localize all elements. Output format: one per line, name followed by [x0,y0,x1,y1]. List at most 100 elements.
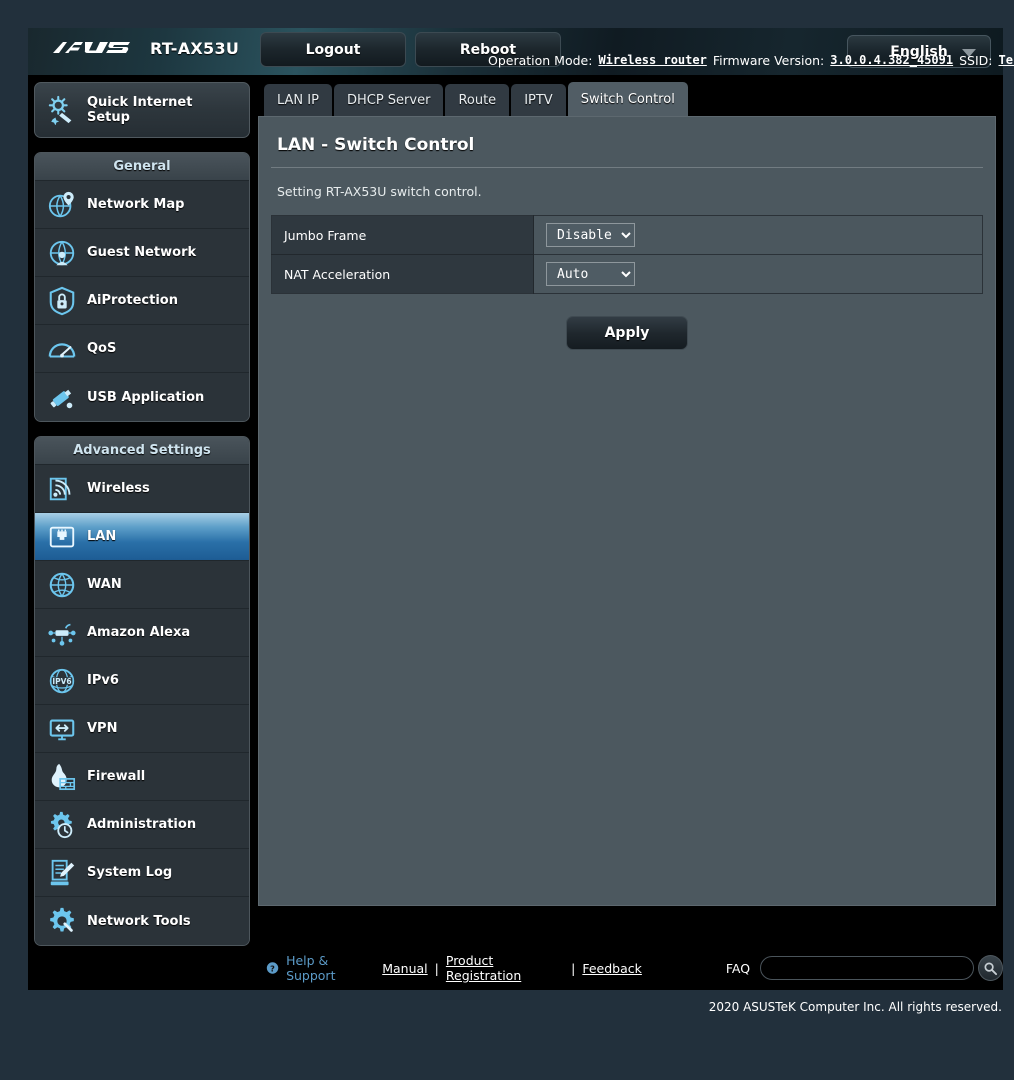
sidebar-advanced-block: Advanced Settings Wireless LAN WAN Amazo… [34,436,250,946]
quick-internet-setup-icon [48,95,72,125]
ssid-2g-value[interactable]: Test [999,53,1014,67]
tab-bar: LAN IP DHCP Server Route IPTV Switch Con… [258,82,996,116]
nat-acceleration-select[interactable]: Auto Disable Enable [546,262,635,286]
lan-port-icon [49,526,75,547]
faq-search-button[interactable] [977,955,1003,981]
jumbo-frame-select[interactable]: Disable Enable [546,223,635,247]
sidebar-item-ipv6[interactable]: IPV6 IPv6 [35,657,249,705]
sidebar-item-label: QoS [87,341,117,356]
sidebar-item-label: Guest Network [87,245,197,260]
sidebar-item-vpn[interactable]: VPN [35,705,249,753]
router-model: RT-AX53U [150,38,240,58]
gear-wrench-icon [50,907,74,932]
help-support-label: Help & Support [286,953,336,983]
sidebar-item-label: IPv6 [87,673,119,688]
quick-internet-setup-label: Quick Internet Setup [87,95,193,125]
link-separator: | [571,960,576,976]
ipv6-globe-icon: IPV6 [49,668,75,693]
tab-switch-control[interactable]: Switch Control [567,82,688,116]
tab-dhcp-server[interactable]: DHCP Server [333,84,444,116]
body-area: Quick Internet Setup General Network Map [28,53,1014,990]
usb-drive-icon [50,389,73,409]
sidebar-item-wireless[interactable]: Wireless [35,465,249,513]
sidebar-item-qos[interactable]: QoS [35,325,249,373]
firmware-label: Firmware Version: [712,52,825,68]
sidebar-item-label: WAN [87,577,122,592]
sidebar-item-label: USB Application [87,389,205,405]
svg-text:IPV6: IPV6 [52,676,71,685]
sidebar-item-label: System Log [87,865,173,880]
apply-row: Apply [271,294,983,350]
sidebar-item-label: Amazon Alexa [87,625,191,640]
page-description: Setting RT-AX53U switch control. [277,184,482,199]
page-title: LAN - Switch Control [271,117,983,168]
globe-icon [49,572,75,597]
network-map-icon [48,191,74,217]
nat-acceleration-label: NAT Acceleration [271,254,534,294]
table-row: Jumbo Frame Disable Enable [271,215,983,255]
sidebar-item-lan[interactable]: LAN [35,513,249,561]
brand-area: RT-AX53U [52,37,239,59]
sidebar-item-label: Firewall [87,769,146,784]
sidebar-general-block: General Network Map Guest Network AiProt… [34,152,250,422]
logout-button[interactable]: Logout [260,32,406,67]
link-separator: | [434,960,439,976]
footer-links: ? Help & Support Manual | Product Regist… [266,953,642,983]
sidebar-item-system-log[interactable]: System Log [35,849,249,897]
sidebar-item-network-map[interactable]: Network Map [35,181,249,229]
sidebar-item-label: Administration [87,817,197,832]
tab-iptv[interactable]: IPTV [511,84,566,116]
operation-mode-label: Operation Mode: [488,52,593,68]
apply-button[interactable]: Apply [566,316,688,350]
sidebar-item-firewall[interactable]: Firewall [35,753,249,801]
faq-label: FAQ [725,960,751,976]
table-row: NAT Acceleration Auto Disable Enable [271,254,983,294]
sidebar-item-label: VPN [87,721,118,736]
feedback-link[interactable]: Feedback [582,961,642,976]
sidebar-item-amazon-alexa[interactable]: Amazon Alexa [35,609,249,657]
sidebar-item-aiprotection[interactable]: AiProtection [35,277,249,325]
manual-link[interactable]: Manual [382,961,427,976]
sidebar-item-administration[interactable]: Administration [35,801,249,849]
sidebar: Quick Internet Setup General Network Map [34,82,250,960]
product-registration-link[interactable]: Product Registration [446,953,564,983]
question-mark-icon: ? [266,962,279,974]
gear-clock-icon [50,811,73,838]
sidebar-item-quick-internet-setup[interactable]: Quick Internet Setup [34,82,250,138]
router-admin-window: RT-AX53U Logout Reboot English Quick Int… [28,28,1014,990]
tab-route[interactable]: Route [445,84,510,116]
sidebar-item-label: Network Map [87,197,185,212]
operation-mode-value[interactable]: Wireless router [598,53,706,67]
magnifier-icon [984,962,998,975]
switch-control-table: Jumbo Frame Disable Enable NAT Accelerat… [271,215,983,294]
sidebar-item-usb-application[interactable]: USB Application [35,373,249,421]
guest-network-icon [49,240,75,265]
status-bar: Operation Mode: Wireless router Firmware… [488,44,1014,76]
vpn-monitor-icon [49,719,75,740]
sidebar-item-guest-network[interactable]: Guest Network [35,229,249,277]
tab-lan-ip[interactable]: LAN IP [264,84,332,116]
firmware-version-value[interactable]: 3.0.0.4.382_45091 [830,53,953,67]
asus-logo-icon [53,42,130,53]
faq-search-input[interactable] [760,956,974,980]
sidebar-advanced-title: Advanced Settings [35,437,249,465]
sidebar-item-network-tools[interactable]: Network Tools [35,897,249,945]
sidebar-item-label: Wireless [87,481,150,496]
svg-text:?: ? [270,963,275,973]
jumbo-frame-label: Jumbo Frame [271,215,534,255]
main-content: Operation Mode: Wireless router Firmware… [258,53,1014,906]
nat-acceleration-cell: Auto Disable Enable [533,254,983,294]
sidebar-item-label: LAN [87,529,117,544]
footer: ? Help & Support Manual | Product Regist… [28,946,1003,990]
wireless-signal-icon [49,477,71,500]
jumbo-frame-cell: Disable Enable [533,215,983,255]
copyright-text: 2020 ASUSTeK Computer Inc. All rights re… [708,1000,1002,1014]
sidebar-item-label: Network Tools [87,913,191,929]
sidebar-item-label: AiProtection [87,293,178,308]
sidebar-item-wan[interactable]: WAN [35,561,249,609]
settings-panel: LAN - Switch Control Setting RT-AX53U sw… [258,116,996,906]
ssid-label: SSID: [959,52,993,68]
sidebar-general-title: General [35,153,249,181]
amazon-alexa-icon [48,623,76,646]
speedometer-icon [48,342,76,358]
